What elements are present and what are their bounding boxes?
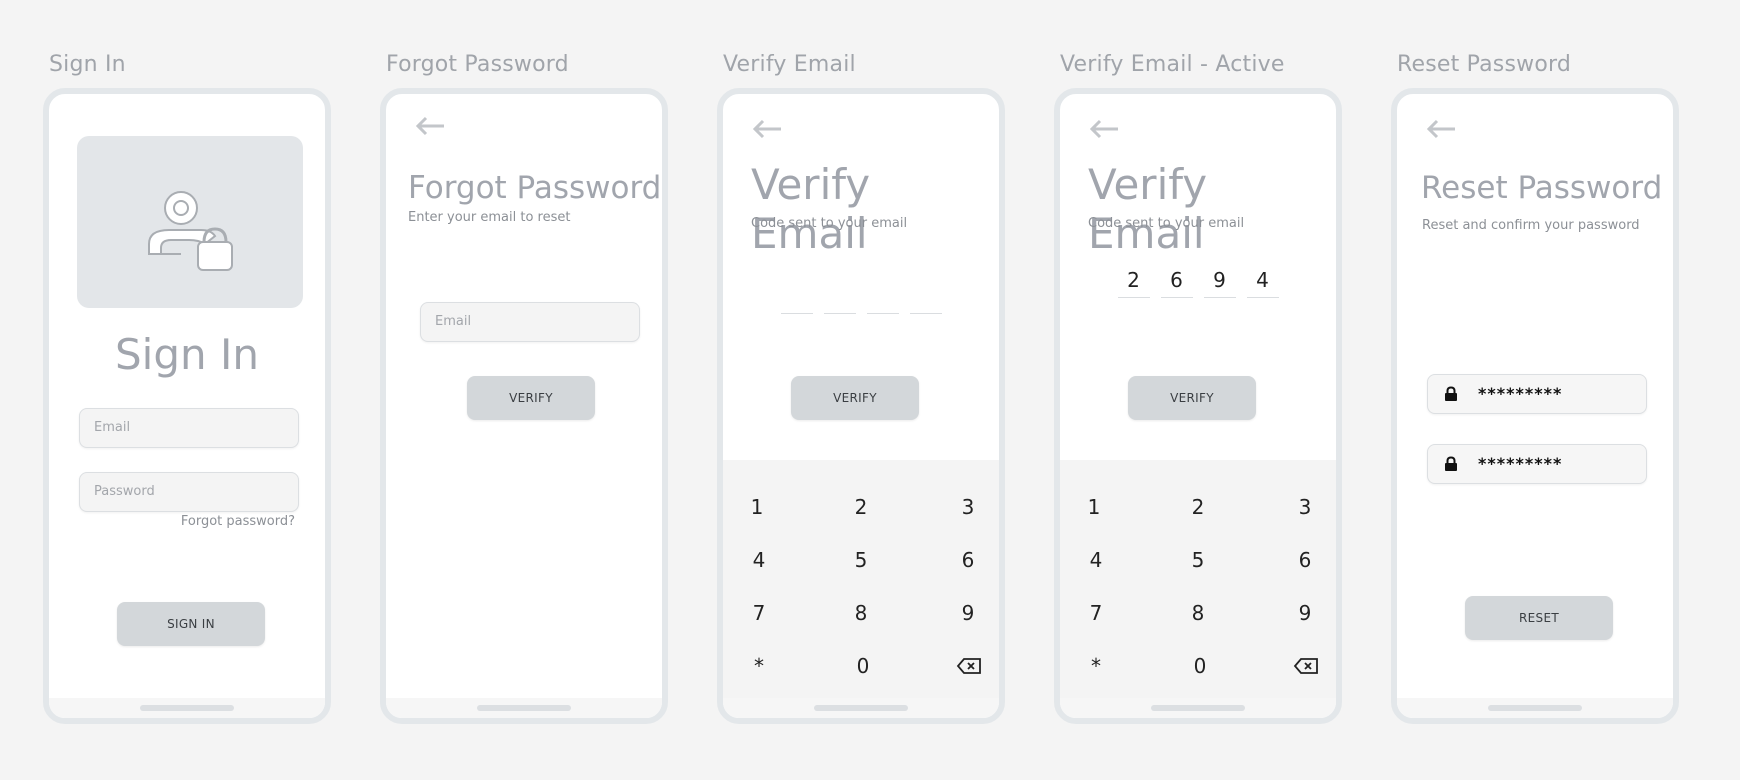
code-digit-3[interactable]: 9 <box>1203 266 1236 298</box>
code-digit-1[interactable] <box>780 282 813 314</box>
backspace-icon[interactable] <box>948 649 988 683</box>
phone-verify-email-active: Verify Email Code sent to your email 2 6… <box>1054 88 1342 724</box>
back-arrow-icon[interactable] <box>751 117 783 141</box>
verify-button[interactable]: VERIFY <box>1128 376 1256 420</box>
home-indicator-area <box>1397 698 1673 718</box>
key-3[interactable]: 3 <box>1285 490 1325 524</box>
key-6[interactable]: 6 <box>1285 543 1325 577</box>
sign-in-button[interactable]: SIGN IN <box>117 602 265 646</box>
home-indicator[interactable] <box>1151 705 1245 711</box>
back-arrow-icon[interactable] <box>1088 117 1120 141</box>
frame-label-verify-email: Verify Email <box>723 52 856 77</box>
page-title: Sign In <box>115 330 259 379</box>
key-star[interactable]: * <box>739 649 779 683</box>
key-7[interactable]: 7 <box>1076 596 1116 630</box>
code-input-row[interactable] <box>723 282 999 314</box>
home-indicator[interactable] <box>1488 705 1582 711</box>
numeric-keypad: 1 2 3 4 5 6 7 8 9 * 0 <box>1060 460 1336 702</box>
lock-icon <box>1445 456 1457 471</box>
phone-verify-email: Verify Email Code sent to your email VER… <box>717 88 1005 724</box>
key-1[interactable]: 1 <box>737 490 777 524</box>
key-9[interactable]: 9 <box>948 596 988 630</box>
frame-label-verify-email-active: Verify Email - Active <box>1060 52 1285 77</box>
key-2[interactable]: 2 <box>1178 490 1218 524</box>
home-indicator-area <box>386 698 662 718</box>
code-digit-3[interactable] <box>866 282 899 314</box>
frame-label-forgot-password: Forgot Password <box>386 52 569 77</box>
phone-sign-in: Sign In Email Password Forgot password? … <box>43 88 331 724</box>
numeric-keypad: 1 2 3 4 5 6 7 8 9 * 0 <box>723 460 999 702</box>
new-password-field[interactable]: ********* <box>1427 374 1647 414</box>
key-9[interactable]: 9 <box>1285 596 1325 630</box>
page-title: Verify Email <box>1088 160 1208 258</box>
email-placeholder: Email <box>94 420 131 435</box>
key-0[interactable]: 0 <box>843 649 883 683</box>
key-4[interactable]: 4 <box>1076 543 1116 577</box>
key-0[interactable]: 0 <box>1180 649 1220 683</box>
key-5[interactable]: 5 <box>841 543 881 577</box>
code-digit-4[interactable]: 4 <box>1246 266 1279 298</box>
forgot-password-link[interactable]: Forgot password? <box>181 514 295 529</box>
back-arrow-icon[interactable] <box>1425 117 1457 141</box>
code-digit-1[interactable]: 2 <box>1117 266 1150 298</box>
page-subtitle: Reset and confirm your password <box>1422 218 1640 233</box>
code-input-row[interactable]: 2 6 9 4 <box>1060 266 1336 298</box>
key-4[interactable]: 4 <box>739 543 779 577</box>
backspace-icon[interactable] <box>1285 649 1325 683</box>
home-indicator-area <box>1060 698 1336 718</box>
email-field[interactable]: Email <box>420 302 640 342</box>
page-subtitle: Code sent to your email <box>1088 216 1245 231</box>
frame-label-reset-password: Reset Password <box>1397 52 1572 77</box>
home-indicator[interactable] <box>477 705 571 711</box>
key-5[interactable]: 5 <box>1178 543 1218 577</box>
password-field[interactable]: Password <box>79 472 299 512</box>
back-arrow-icon[interactable] <box>414 114 446 138</box>
home-indicator-area <box>49 698 325 718</box>
page-title: Verify Email <box>751 160 871 258</box>
home-indicator-area <box>723 698 999 718</box>
page-title: Reset Password <box>1421 170 1663 206</box>
home-indicator[interactable] <box>140 705 234 711</box>
key-star[interactable]: * <box>1076 649 1116 683</box>
page-subtitle: Enter your email to reset <box>408 210 571 225</box>
password-mask: ********* <box>1478 384 1563 403</box>
page-title: Forgot Password <box>408 170 662 206</box>
confirm-password-mask: ********* <box>1478 454 1563 473</box>
confirm-password-field[interactable]: ********* <box>1427 444 1647 484</box>
code-digit-2[interactable]: 6 <box>1160 266 1193 298</box>
key-6[interactable]: 6 <box>948 543 988 577</box>
phone-reset-password: Reset Password Reset and confirm your pa… <box>1391 88 1679 724</box>
phone-forgot-password: Forgot Password Enter your email to rese… <box>380 88 668 724</box>
key-3[interactable]: 3 <box>948 490 988 524</box>
key-8[interactable]: 8 <box>1178 596 1218 630</box>
email-field[interactable]: Email <box>79 408 299 448</box>
verify-button[interactable]: VERIFY <box>467 376 595 420</box>
code-digit-4[interactable] <box>909 282 942 314</box>
home-indicator[interactable] <box>814 705 908 711</box>
email-placeholder: Email <box>435 314 472 329</box>
password-placeholder: Password <box>94 484 155 499</box>
frame-label-sign-in: Sign In <box>49 52 126 77</box>
user-lock-illustration <box>77 136 303 308</box>
code-digit-2[interactable] <box>823 282 856 314</box>
page-subtitle: Code sent to your email <box>751 216 908 231</box>
verify-button[interactable]: VERIFY <box>791 376 919 420</box>
key-2[interactable]: 2 <box>841 490 881 524</box>
key-1[interactable]: 1 <box>1074 490 1114 524</box>
key-8[interactable]: 8 <box>841 596 881 630</box>
key-7[interactable]: 7 <box>739 596 779 630</box>
lock-icon <box>1445 386 1457 401</box>
user-lock-icon <box>148 191 233 271</box>
reset-button[interactable]: RESET <box>1465 596 1613 640</box>
